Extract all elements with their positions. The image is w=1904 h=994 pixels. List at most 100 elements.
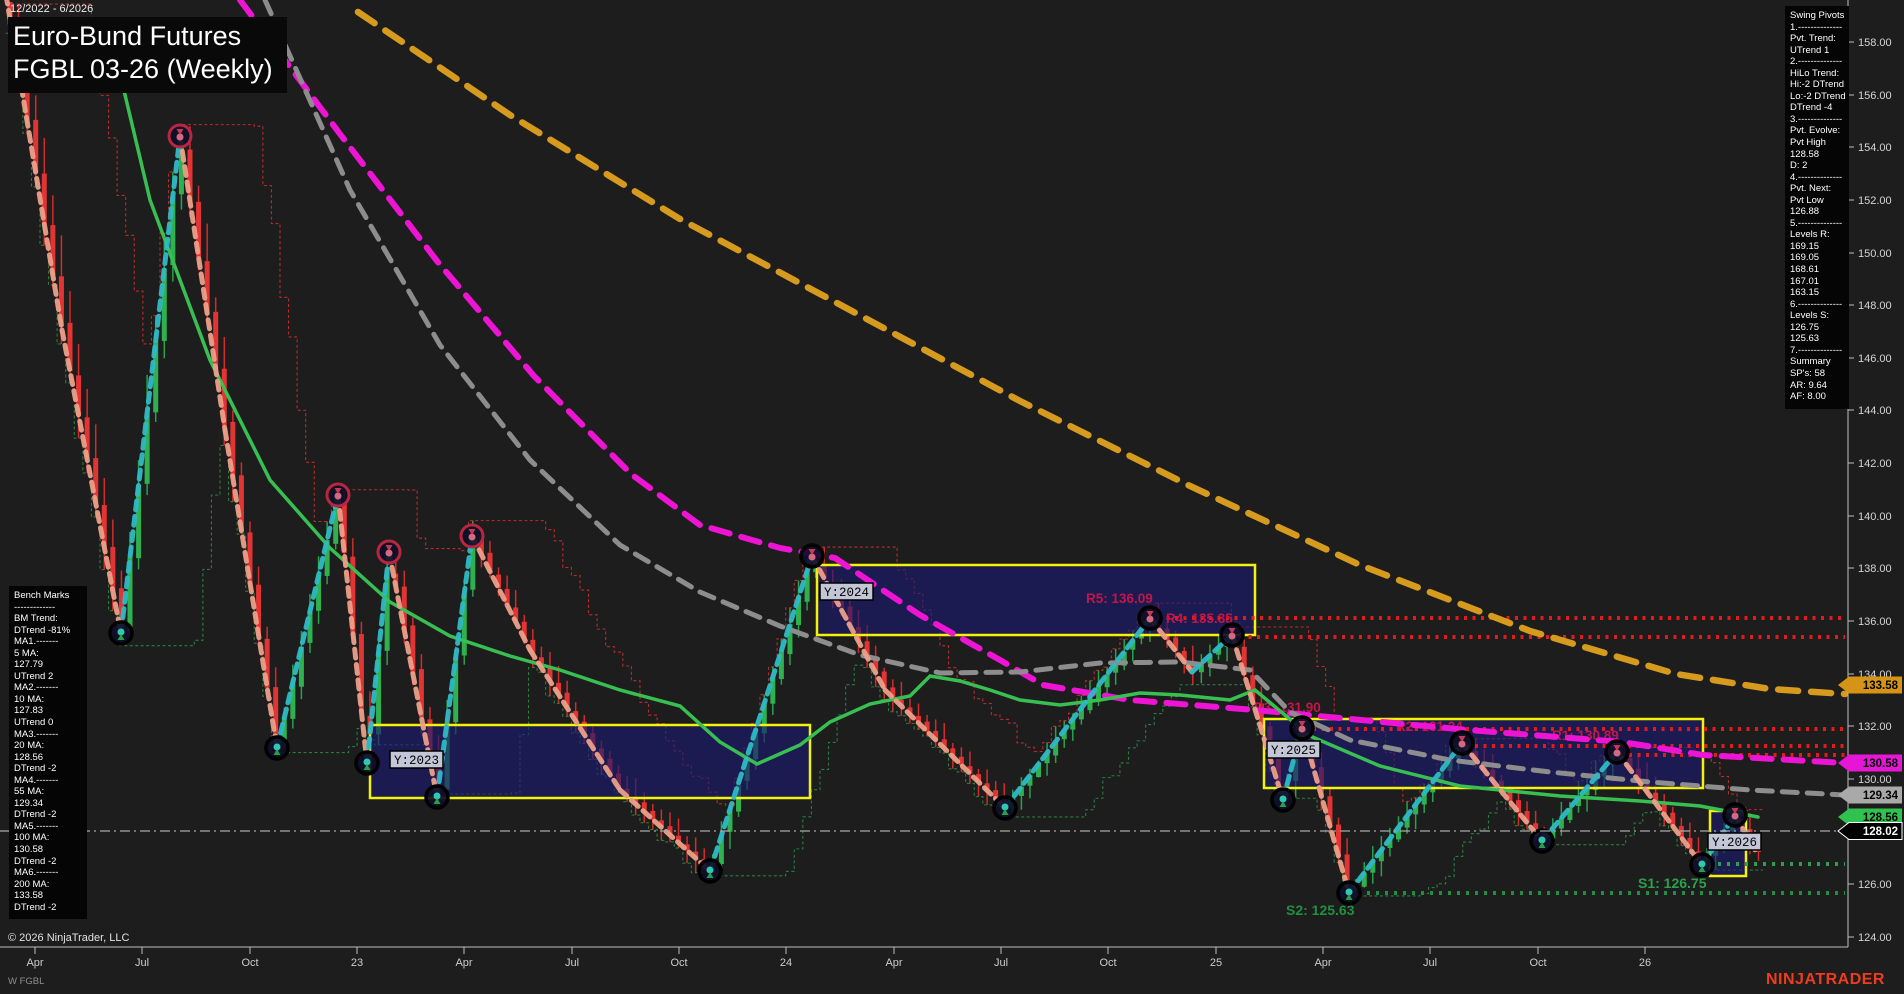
panel-line: DTrend -2 xyxy=(14,809,57,821)
year-label: Y:2024 xyxy=(819,582,874,601)
pivot-high-marker xyxy=(1449,730,1475,756)
support-level: S2: 125.63 xyxy=(1286,891,1845,918)
bench-marks-panel: Bench Marks ------------- BM Trend: DTrend … xyxy=(9,586,87,920)
time-axis-label: Jul xyxy=(135,957,149,969)
time-axis-label: 26 xyxy=(1639,957,1651,969)
panel-line: 128.58 xyxy=(1790,148,1820,160)
panel-line: 4.-------------- xyxy=(1790,171,1843,183)
year-label: Y:2023 xyxy=(389,750,444,769)
panel-line: 200 MA: xyxy=(14,878,50,890)
price-axis-label: 148.00 xyxy=(1858,300,1892,312)
panel-line: 129.34 xyxy=(14,797,44,809)
time-axis-label: Jul xyxy=(1423,957,1437,969)
pivot-high-marker xyxy=(1137,605,1163,631)
panel-line: 168.61 xyxy=(1790,264,1820,276)
panel-line: Summary xyxy=(1790,356,1831,368)
date-range-label: 12/2022 - 6/2026 xyxy=(10,3,94,15)
panel-line: UTrend 0 xyxy=(14,717,54,729)
svg-text:Y:2023: Y:2023 xyxy=(394,754,439,768)
ninjatrader-chart-window: R5: 136.09 R4: 135.35 R3: 131.90 R2: 131.24… xyxy=(0,0,1904,994)
svg-text:133.58: 133.58 xyxy=(1863,680,1899,692)
time-axis-label: 23 xyxy=(351,957,363,969)
svg-text:129.34: 129.34 xyxy=(1863,790,1899,802)
panel-line: 130.58 xyxy=(14,844,44,856)
time-axis-label: Oct xyxy=(1529,957,1546,969)
price-axis-label: 146.00 xyxy=(1858,353,1892,365)
panel-line: Pvt Low xyxy=(1790,194,1824,206)
panel-line: AR: 9.64 xyxy=(1790,379,1827,391)
time-axis-label: Oct xyxy=(670,957,687,969)
price-axis-label: 132.00 xyxy=(1858,721,1892,733)
panel-line: 5.-------------- xyxy=(1790,217,1843,229)
panel-line: DTrend -2 xyxy=(14,901,57,913)
instrument-title: Euro-Bund Futures FGBL 03-26 (Weekly) xyxy=(8,17,287,93)
svg-text:130.58: 130.58 xyxy=(1863,758,1899,770)
panel-line: 127.79 xyxy=(14,659,44,671)
resistance-label: R4: 135.35 xyxy=(1166,611,1233,626)
panel-line: ------------- xyxy=(14,601,56,613)
resistance-label: R5: 136.09 xyxy=(1086,591,1153,606)
time-axis-label: Jul xyxy=(994,957,1008,969)
panel-line: Lo:-2 DTrend xyxy=(1790,90,1846,102)
price-tag: 129.34 xyxy=(1838,786,1902,804)
panel-line: MA3.------- xyxy=(14,728,59,740)
panel-line: 20 MA: xyxy=(14,740,45,752)
pivot-high-marker xyxy=(459,523,485,549)
ninjatrader-logo: NINJATRADER xyxy=(1766,971,1885,988)
time-axis-label: Apr xyxy=(455,957,472,969)
panel-line: Hi:-2 DTrend xyxy=(1790,79,1845,91)
panel-line: MA1.------- xyxy=(14,636,59,648)
chart-canvas[interactable]: R5: 136.09R4: 135.35R3: 131.90R2: 131.24… xyxy=(0,0,1904,994)
time-axis-label: 24 xyxy=(780,957,792,969)
panel-line: 163.15 xyxy=(1790,287,1820,299)
panel-line: 2.-------------- xyxy=(1790,56,1843,68)
price-tag: 130.58 xyxy=(1838,754,1902,772)
time-axis-label: 25 xyxy=(1210,957,1222,969)
panel-line: 55 MA: xyxy=(14,786,45,798)
price-axis-label: 136.00 xyxy=(1858,616,1892,628)
copyright-label: © 2026 NinjaTrader, LLC xyxy=(8,932,130,944)
panel-line: 127.83 xyxy=(14,705,44,717)
pivot-low-marker xyxy=(1529,828,1555,854)
panel-line: 5 MA: xyxy=(14,647,39,659)
price-axis-label: 158.00 xyxy=(1858,37,1892,49)
title-line2: FGBL 03-26 (Weekly) xyxy=(13,54,273,84)
year-label: Y:2026 xyxy=(1707,832,1762,851)
time-axis-label: Apr xyxy=(1314,957,1331,969)
svg-text:Y:2025: Y:2025 xyxy=(1271,744,1316,758)
panel-line: Pvt. Trend: xyxy=(1790,33,1836,45)
svg-text:128.02: 128.02 xyxy=(1863,826,1898,838)
price-axis-label: 126.00 xyxy=(1858,879,1892,891)
price-axis-label: 150.00 xyxy=(1858,248,1892,260)
time-axis-label: Apr xyxy=(26,957,43,969)
price-axis-label: 130.00 xyxy=(1858,774,1892,786)
panel-line: SP's: 58 xyxy=(1790,367,1826,379)
panel-line: MA6.------- xyxy=(14,867,59,879)
panel-line: DTrend -2 xyxy=(14,855,57,867)
panel-line: 100 MA: xyxy=(14,832,50,844)
panel-line: DTrend -2 xyxy=(14,763,57,775)
panel-line: 125.63 xyxy=(1790,333,1820,345)
panel-line: Levels S: xyxy=(1790,310,1830,322)
panel-line: Pvt High xyxy=(1790,137,1826,149)
time-axis-label: Apr xyxy=(885,957,902,969)
panel-line: 169.15 xyxy=(1790,240,1820,252)
price-axis-label: 138.00 xyxy=(1858,563,1892,575)
panel-line: DTrend -4 xyxy=(1790,102,1833,114)
panel-line: Pvt. Evolve: xyxy=(1790,125,1841,137)
pivot-low-marker xyxy=(992,795,1018,821)
pivot-high-marker xyxy=(167,123,193,149)
panel-line: MA5.------- xyxy=(14,820,59,832)
title-line1: Euro-Bund Futures xyxy=(13,21,242,51)
price-tag: 133.58 xyxy=(1838,676,1902,694)
pivot-high-marker xyxy=(325,482,351,508)
panel-line: Bench Marks xyxy=(14,590,70,601)
panel-line: MA4.------- xyxy=(14,774,59,786)
pivot-low-marker xyxy=(1336,880,1362,906)
panel-line: UTrend 2 xyxy=(14,670,54,682)
panel-line: 6.-------------- xyxy=(1790,298,1843,310)
panel-line: 10 MA: xyxy=(14,693,45,705)
price-axis-label: 154.00 xyxy=(1858,142,1892,154)
pivot-high-marker xyxy=(1604,739,1630,765)
swing-pivots-panel: Swing Pivots 1.-------------- Pvt. Trend: U… xyxy=(1785,6,1849,409)
